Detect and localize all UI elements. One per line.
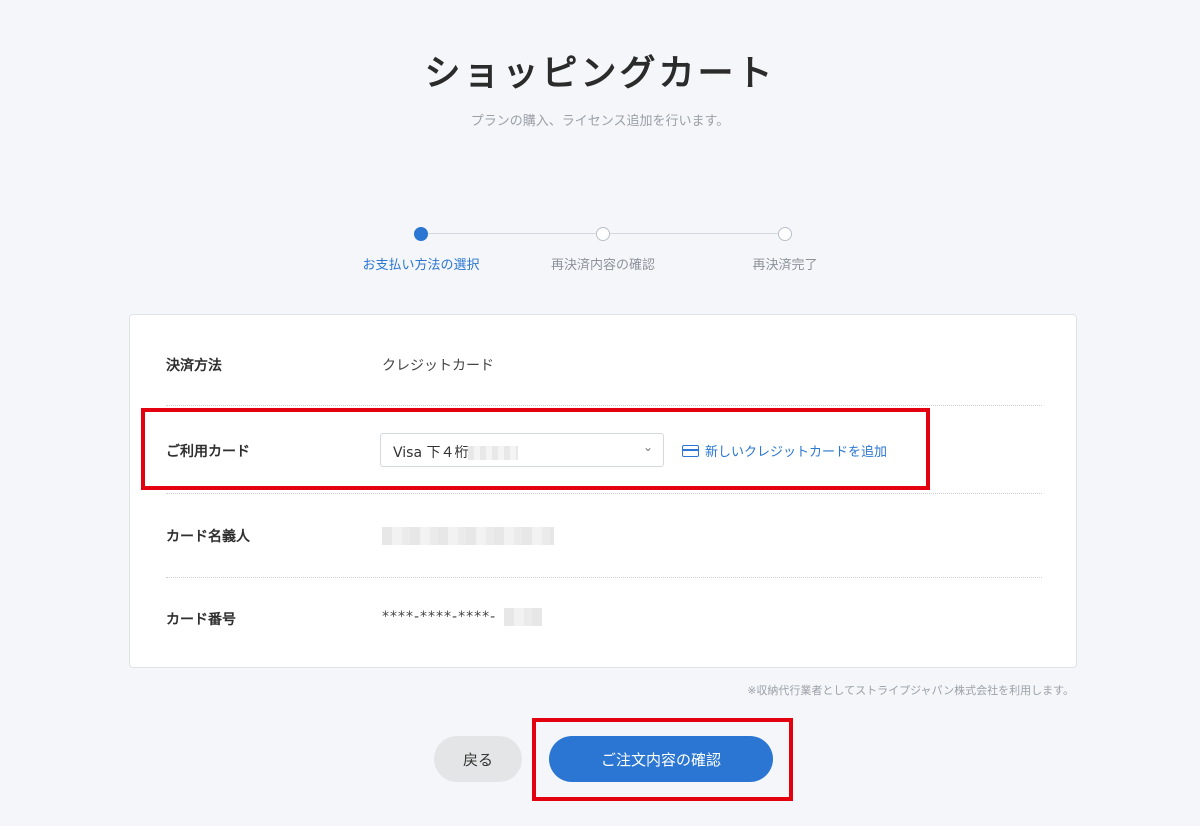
- step-label-review: 再決済内容の確認: [550, 258, 655, 273]
- step-dot-complete: [778, 227, 792, 241]
- payment-method-label: 決済方法: [166, 358, 222, 374]
- confirm-button-highlight: [532, 718, 793, 801]
- card-number-value: ****-****-****-: [382, 609, 497, 625]
- row-divider: [166, 577, 1042, 578]
- page-subtitle: プランの購入、ライセンス追加を行います。: [470, 114, 730, 129]
- card-number-label: カード番号: [166, 612, 236, 628]
- checkout-stepper: お支払い方法の選択 再決済内容の確認 再決済完了: [330, 224, 870, 274]
- card-select-highlight: [141, 408, 930, 490]
- payment-method-value: クレジットカード: [382, 358, 494, 374]
- row-divider: [166, 405, 1042, 406]
- step-dot-payment: [414, 227, 428, 241]
- payment-processor-note: ※収納代行業者としてストライプジャパン株式会社を利用します。: [747, 684, 1074, 697]
- stepper-connector: [603, 233, 785, 234]
- back-button[interactable]: 戻る: [434, 736, 522, 782]
- row-divider: [166, 493, 1042, 494]
- page-title: ショッピングカート: [424, 53, 776, 94]
- payment-form-card: 決済方法 クレジットカード ご利用カード Visa 下４桁 ⌄ 新しいクレジット…: [129, 314, 1077, 668]
- step-dot-review: [596, 227, 610, 241]
- shopping-cart-page: ショッピングカート プランの購入、ライセンス追加を行います。 お支払い方法の選択…: [0, 0, 1200, 826]
- stepper-connector: [421, 233, 603, 234]
- step-label-payment: お支払い方法の選択: [362, 258, 480, 273]
- card-holder-label: カード名義人: [166, 529, 250, 545]
- redacted-last-digits: [504, 608, 542, 626]
- redacted-card-holder: [382, 527, 554, 545]
- step-label-complete: 再決済完了: [752, 258, 818, 273]
